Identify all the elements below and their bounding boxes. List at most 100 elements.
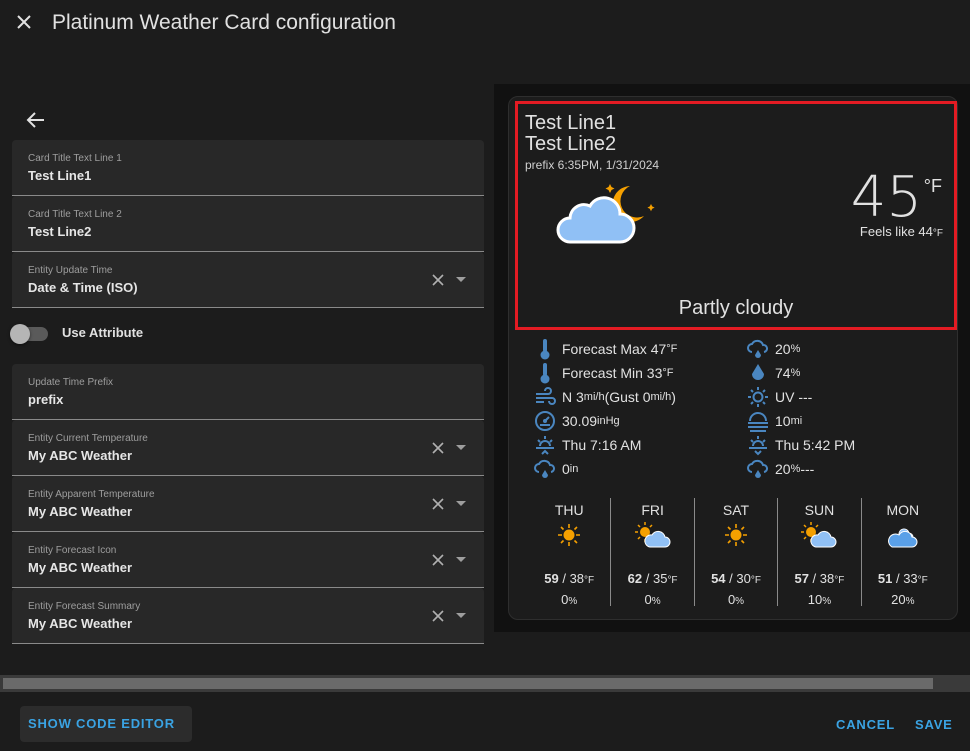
day-name: MON bbox=[886, 502, 920, 518]
attr-uv: UV --- bbox=[745, 385, 812, 409]
save-button[interactable]: SAVE bbox=[915, 717, 953, 732]
clear-icon[interactable] bbox=[430, 608, 446, 624]
forecast-day: SUN 57 / 38°F 10% bbox=[777, 498, 860, 607]
dropdown-arrow-icon[interactable] bbox=[456, 277, 466, 282]
daily-forecast: THU 59 / 38°F 0% FRI 62 / 35°F 0% SAT 54… bbox=[528, 498, 944, 607]
clear-icon[interactable] bbox=[430, 440, 446, 456]
sunny-icon bbox=[725, 524, 748, 546]
precip-unit: % bbox=[905, 596, 915, 607]
field-value[interactable]: prefix bbox=[28, 392, 63, 407]
entity-update-time-select[interactable]: Entity Update Time Date & Time (ISO) bbox=[12, 252, 484, 308]
attr-text: 0 bbox=[562, 461, 570, 477]
attr-unit: % bbox=[790, 367, 801, 379]
forecast-day: MON 51 / 33°F 20% bbox=[860, 498, 944, 607]
precip-unit: % bbox=[735, 596, 745, 607]
attr-rain-chance-2: 20% --- bbox=[745, 457, 814, 481]
thermometer-icon bbox=[532, 362, 558, 384]
config-form: Card Title Text Line 1 Test Line1 Card T… bbox=[10, 140, 484, 644]
use-attribute-toggle[interactable] bbox=[10, 324, 48, 344]
thermometer-icon bbox=[532, 338, 558, 360]
day-temps: 59 / 38°F bbox=[544, 571, 595, 586]
day-temps: 54 / 30°F bbox=[711, 571, 761, 586]
entity-current-temperature-select[interactable]: Entity Current Temperature My ABC Weathe… bbox=[12, 420, 484, 476]
field-label: Card Title Text Line 1 bbox=[28, 153, 122, 164]
horizontal-scrollbar[interactable] bbox=[0, 675, 970, 692]
attr-pressure: 30.09 inHg bbox=[532, 409, 620, 433]
partly-cloudy-night-icon bbox=[556, 184, 655, 244]
rain-cloud-icon bbox=[745, 338, 771, 360]
day-name: THU bbox=[554, 502, 584, 518]
dropdown-arrow-icon[interactable] bbox=[456, 501, 466, 506]
day-low: 38 bbox=[569, 571, 585, 586]
entity-apparent-temperature-select[interactable]: Entity Apparent Temperature My ABC Weath… bbox=[12, 476, 484, 532]
dialog-title: Platinum Weather Card configuration bbox=[52, 11, 396, 34]
day-low: 30 bbox=[736, 571, 751, 586]
attr-text: Thu 5:42 PM bbox=[775, 437, 856, 453]
update-time-prefix-field[interactable]: Update Time Prefix prefix bbox=[12, 364, 484, 420]
sunny-icon bbox=[558, 524, 581, 546]
dropdown-arrow-icon[interactable] bbox=[456, 445, 466, 450]
feels-like-unit: °F bbox=[932, 228, 943, 239]
field-value[interactable]: My ABC Weather bbox=[28, 504, 132, 519]
clear-icon[interactable] bbox=[430, 496, 446, 512]
attr-unit: % bbox=[790, 463, 801, 475]
attr-rain-amount: 0 in bbox=[532, 457, 578, 481]
forecast-day: FRI 62 / 35°F 0% bbox=[610, 498, 693, 607]
attr-text: 30.09 bbox=[562, 413, 598, 429]
dropdown-arrow-icon[interactable] bbox=[456, 557, 466, 562]
forecast-summary: Partly cloudy bbox=[678, 297, 794, 319]
clear-icon[interactable] bbox=[430, 272, 446, 288]
day-temps: 62 / 35°F bbox=[627, 571, 678, 586]
attr-unit: °F bbox=[662, 367, 674, 379]
sunset-icon bbox=[745, 434, 771, 456]
field-value[interactable]: Test Line1 bbox=[28, 168, 91, 183]
clear-icon[interactable] bbox=[430, 552, 446, 568]
card-title-line1-field[interactable]: Card Title Text Line 1 Test Line1 bbox=[12, 140, 484, 196]
attr-sunrise: Thu 7:16 AM bbox=[532, 433, 641, 457]
day-precip: 20% bbox=[862, 592, 944, 607]
field-label: Entity Forecast Summary bbox=[28, 601, 141, 612]
gauge-icon bbox=[532, 410, 558, 432]
close-icon[interactable] bbox=[12, 10, 36, 34]
field-value[interactable]: My ABC Weather bbox=[28, 448, 132, 463]
card-title-line2: Test Line2 bbox=[525, 133, 617, 155]
dropdown-arrow-icon[interactable] bbox=[456, 613, 466, 618]
precip-value: 20 bbox=[891, 592, 906, 607]
attr-text: 74 bbox=[775, 365, 791, 381]
card-title-line2-field[interactable]: Card Title Text Line 2 Test Line2 bbox=[12, 196, 484, 252]
attr-text: Forecast Max 47 bbox=[562, 341, 667, 357]
forecast-day: SAT 54 / 30°F 0% bbox=[693, 498, 777, 607]
attr-unit: mi/h bbox=[583, 391, 605, 403]
arrow-left-icon[interactable] bbox=[24, 108, 48, 132]
sunrise-icon bbox=[532, 434, 558, 456]
cancel-button[interactable]: CANCEL bbox=[836, 717, 895, 732]
wind-icon bbox=[532, 386, 558, 408]
card-title-line1: Test Line1 bbox=[525, 112, 617, 134]
field-value[interactable]: Date & Time (ISO) bbox=[28, 280, 138, 295]
day-temps: 57 / 38°F bbox=[794, 571, 845, 586]
show-code-editor-button[interactable]: SHOW CODE EDITOR bbox=[20, 706, 192, 742]
attr-humidity: 74% bbox=[745, 361, 800, 385]
update-time: prefix 6:35PM, 1/31/2024 bbox=[525, 158, 660, 172]
field-value[interactable]: My ABC Weather bbox=[28, 616, 132, 631]
attr-text: Thu 7:16 AM bbox=[562, 437, 642, 453]
precip-unit: % bbox=[568, 596, 578, 607]
attr-unit: inHg bbox=[597, 415, 620, 427]
partly-cloudy-day-icon bbox=[801, 522, 837, 548]
scrollbar-thumb[interactable] bbox=[3, 678, 933, 689]
day-precip: 0% bbox=[528, 592, 610, 607]
fog-visibility-icon bbox=[745, 410, 771, 432]
attr-text: 20 bbox=[775, 341, 791, 357]
entity-forecast-icon-select[interactable]: Entity Forecast Icon My ABC Weather bbox=[12, 532, 484, 588]
field-value[interactable]: Test Line2 bbox=[28, 224, 91, 239]
field-value[interactable]: My ABC Weather bbox=[28, 560, 132, 575]
attr-forecast-max: Forecast Max 47 °F bbox=[532, 337, 677, 361]
temperature-unit: °F bbox=[923, 176, 942, 196]
current-temperature: 45 bbox=[850, 165, 922, 230]
temp-unit: °F bbox=[584, 575, 595, 586]
entity-forecast-summary-select[interactable]: Entity Forecast Summary My ABC Weather bbox=[12, 588, 484, 644]
day-precip: 0% bbox=[695, 592, 777, 607]
attr-text: N 3 bbox=[562, 389, 584, 405]
day-low: 35 bbox=[652, 571, 668, 586]
attr-end: ) bbox=[671, 389, 676, 405]
